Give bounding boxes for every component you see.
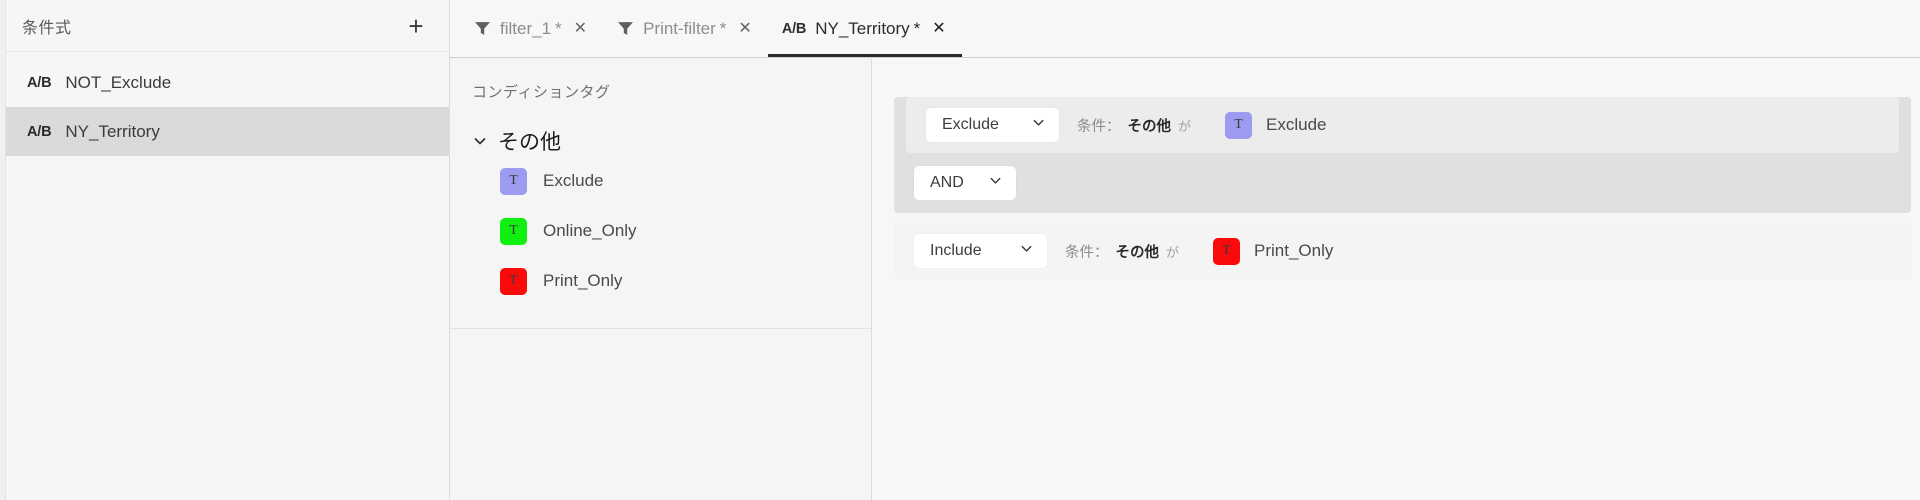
tab-type-badge: A/B	[781, 20, 807, 37]
condition-prefix: 条件：	[1077, 118, 1121, 135]
filter-icon	[474, 20, 491, 37]
rule-group: Exclude 条件： その他 が T Exclude AND	[894, 97, 1911, 213]
tag-group-label: その他	[498, 131, 561, 154]
rule-mode-select[interactable]: Include	[914, 234, 1047, 268]
tab-ny-territory[interactable]: A/B NY_Territory * ✕	[767, 0, 962, 57]
condition-particle: が	[1166, 244, 1180, 260]
tab-print-filter[interactable]: Print-filter * ✕	[603, 0, 768, 57]
rule-editor: Exclude 条件： その他 が T Exclude AND Include …	[872, 58, 1920, 500]
condition-tag-tree: コンディションタグ その他 T Exclude T Online_Only T …	[450, 58, 871, 329]
page-title: 条件式	[22, 19, 72, 37]
tag-item-print-only[interactable]: T Print_Only	[450, 256, 871, 306]
tag-color-swatch: T	[1213, 237, 1241, 265]
tag-color-swatch: T	[500, 267, 527, 295]
tab-filter-1[interactable]: filter_1 * ✕	[460, 0, 603, 57]
sidebar-item-not-exclude[interactable]: A/B NOT_Exclude	[0, 58, 449, 107]
tag-color-swatch: T	[500, 217, 527, 245]
chevron-down-icon	[988, 173, 1003, 193]
tag-label: Print_Only	[543, 271, 623, 290]
close-icon[interactable]: ✕	[932, 20, 945, 37]
tag-item-online-only[interactable]: T Online_Only	[450, 206, 871, 256]
rule-target-tag[interactable]: T Exclude	[1225, 111, 1327, 139]
condition-label: NOT_Exclude	[65, 72, 172, 92]
tag-label: Exclude	[543, 171, 604, 190]
tab-dirty-marker: *	[719, 18, 727, 38]
rule-row-exclude: Exclude 条件： その他 が T Exclude	[906, 97, 1899, 153]
chevron-down-icon	[1031, 115, 1046, 135]
condition-tag-panel: コンディションタグ その他 T Exclude T Online_Only T …	[450, 58, 872, 500]
sidebar-item-ny-territory[interactable]: A/B NY_Territory	[0, 107, 449, 156]
tab-label: filter_1	[500, 18, 552, 38]
rule-operator-row: AND	[894, 153, 1911, 213]
condition-prefix: 条件：	[1065, 244, 1109, 261]
condition-type-badge: A/B	[27, 123, 52, 140]
condition-type-badge: A/B	[27, 74, 52, 91]
tag-color-swatch: T	[500, 167, 527, 195]
condition-label: NY_Territory	[65, 121, 160, 141]
rule-mode-select[interactable]: Exclude	[926, 108, 1059, 142]
rule-target-tag[interactable]: T Print_Only	[1213, 237, 1334, 265]
tab-label: Print-filter	[643, 18, 716, 38]
rule-condition-text: 条件： その他 が	[1077, 115, 1191, 136]
rule-condition-text: 条件： その他 が	[1065, 241, 1179, 262]
tab-dirty-marker: *	[555, 18, 562, 38]
logical-operator-value: AND	[930, 174, 964, 191]
add-condition-button[interactable]: +	[401, 11, 431, 41]
tag-color-swatch: T	[1225, 111, 1253, 139]
close-icon[interactable]: ✕	[574, 20, 587, 37]
condition-group-name: その他	[1127, 118, 1172, 135]
rule-mode-value: Exclude	[942, 116, 999, 133]
filter-icon	[617, 20, 634, 37]
tag-group-other[interactable]: その他	[450, 102, 871, 156]
tag-item-exclude[interactable]: T Exclude	[450, 156, 871, 206]
tab-bar: filter_1 * ✕ Print-filter * ✕ A/B NY_Ter…	[450, 0, 1920, 58]
chevron-down-icon	[472, 133, 488, 149]
tag-label: Print_Only	[1254, 241, 1334, 260]
rule-mode-value: Include	[930, 242, 982, 259]
tag-panel-title: コンディションタグ	[472, 84, 611, 101]
app-window: 条件式 + A/B NOT_Exclude A/B NY_Territory f…	[0, 0, 1920, 500]
condition-list: A/B NOT_Exclude A/B NY_Territory	[0, 52, 449, 156]
tag-label: Exclude	[1266, 115, 1327, 134]
condition-particle: が	[1178, 118, 1192, 134]
tab-dirty-marker: *	[913, 18, 921, 38]
content-area: コンディションタグ その他 T Exclude T Online_Only T …	[450, 58, 1920, 500]
chevron-down-icon	[1019, 241, 1034, 261]
condition-group-name: その他	[1115, 244, 1160, 261]
conditions-sidebar: 条件式 + A/B NOT_Exclude A/B NY_Territory	[0, 0, 450, 500]
rule-row-include: Include 条件： その他 が T Print_Only	[894, 223, 1911, 279]
logical-operator-select[interactable]: AND	[914, 166, 1016, 200]
sidebar-header: 条件式 +	[0, 0, 449, 52]
tag-label: Online_Only	[543, 221, 637, 240]
main-area: filter_1 * ✕ Print-filter * ✕ A/B NY_Ter…	[450, 0, 1920, 500]
close-icon[interactable]: ✕	[738, 20, 751, 37]
tab-label: NY_Territory	[815, 18, 910, 38]
